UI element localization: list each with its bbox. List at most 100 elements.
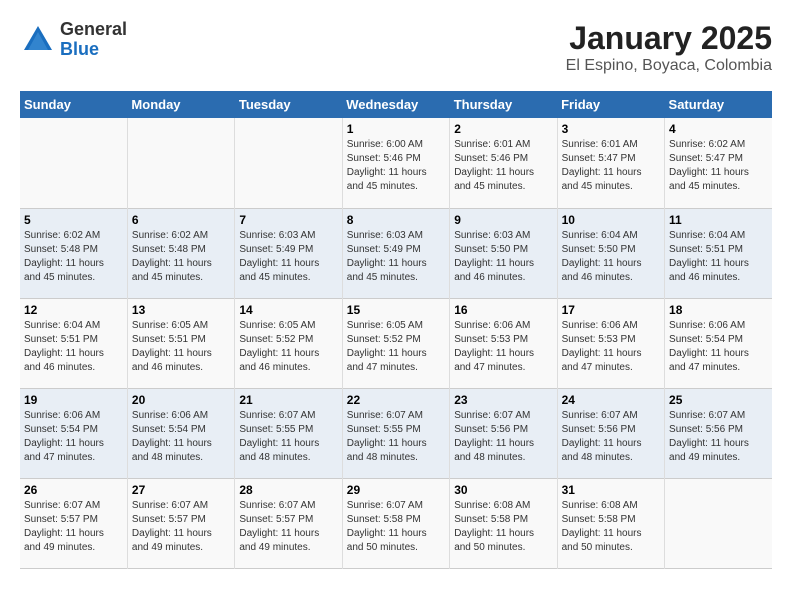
calendar-cell: 30 Sunrise: 6:08 AMSunset: 5:58 PMDayligh… <box>450 478 557 568</box>
day-info: Sunrise: 6:05 AMSunset: 5:52 PMDaylight:… <box>347 319 445 375</box>
day-info: Sunrise: 6:06 AMSunset: 5:54 PMDaylight:… <box>132 409 230 465</box>
calendar-cell <box>20 118 127 208</box>
day-info: Sunrise: 6:07 AMSunset: 5:55 PMDaylight:… <box>239 409 337 465</box>
day-info: Sunrise: 6:05 AMSunset: 5:52 PMDaylight:… <box>239 319 337 375</box>
day-number: 8 <box>347 213 445 227</box>
calendar-cell: 19 Sunrise: 6:06 AMSunset: 5:54 PMDayligh… <box>20 388 127 478</box>
day-number: 24 <box>562 393 660 407</box>
calendar-cell: 2Sunrise: 6:01 AMSunset: 5:46 PMDaylight… <box>450 118 557 208</box>
calendar-cell: 26 Sunrise: 6:07 AMSunset: 5:57 PMDayligh… <box>20 478 127 568</box>
header-cell-tuesday: Tuesday <box>235 91 342 118</box>
week-row-3: 19 Sunrise: 6:06 AMSunset: 5:54 PMDayligh… <box>20 388 772 478</box>
day-number: 19 <box>24 393 123 407</box>
day-number: 14 <box>239 303 337 317</box>
calendar-cell <box>665 478 772 568</box>
day-info: Sunrise: 6:06 AMSunset: 5:53 PMDaylight:… <box>562 319 660 375</box>
sub-title: El Espino, Boyaca, Colombia <box>566 57 772 75</box>
week-row-2: 12 Sunrise: 6:04 AMSunset: 5:51 PMDayligh… <box>20 298 772 388</box>
header-cell-thursday: Thursday <box>450 91 557 118</box>
day-number: 26 <box>24 483 123 497</box>
calendar-header: SundayMondayTuesdayWednesdayThursdayFrid… <box>20 91 772 118</box>
calendar-cell: 1Sunrise: 6:00 AMSunset: 5:46 PMDaylight… <box>342 118 449 208</box>
day-info: Sunrise: 6:03 AMSunset: 5:49 PMDaylight:… <box>239 229 337 285</box>
day-number: 3 <box>562 122 660 136</box>
calendar-cell: 10 Sunrise: 6:04 AMSunset: 5:50 PMDayligh… <box>557 208 664 298</box>
calendar-cell: 25 Sunrise: 6:07 AMSunset: 5:56 PMDayligh… <box>665 388 772 478</box>
day-info: Sunrise: 6:08 AMSunset: 5:58 PMDaylight:… <box>454 499 552 555</box>
header-cell-wednesday: Wednesday <box>342 91 449 118</box>
header-row: SundayMondayTuesdayWednesdayThursdayFrid… <box>20 91 772 118</box>
day-info: Sunrise: 6:03 AMSunset: 5:50 PMDaylight:… <box>454 229 552 285</box>
day-info: Sunrise: 6:04 AMSunset: 5:51 PMDaylight:… <box>669 229 768 285</box>
day-info: Sunrise: 6:03 AMSunset: 5:49 PMDaylight:… <box>347 229 445 285</box>
day-number: 9 <box>454 213 552 227</box>
logo-general: General <box>60 20 127 40</box>
week-row-0: 1Sunrise: 6:00 AMSunset: 5:46 PMDaylight… <box>20 118 772 208</box>
day-number: 18 <box>669 303 768 317</box>
calendar-cell: 23 Sunrise: 6:07 AMSunset: 5:56 PMDayligh… <box>450 388 557 478</box>
day-info: Sunrise: 6:04 AMSunset: 5:50 PMDaylight:… <box>562 229 660 285</box>
day-info: Sunrise: 6:02 AMSunset: 5:48 PMDaylight:… <box>24 229 123 285</box>
day-info: Sunrise: 6:07 AMSunset: 5:57 PMDaylight:… <box>239 499 337 555</box>
calendar-cell: 8 Sunrise: 6:03 AMSunset: 5:49 PMDaylight… <box>342 208 449 298</box>
week-row-1: 5 Sunrise: 6:02 AMSunset: 5:48 PMDaylight… <box>20 208 772 298</box>
day-number: 17 <box>562 303 660 317</box>
week-row-4: 26 Sunrise: 6:07 AMSunset: 5:57 PMDayligh… <box>20 478 772 568</box>
day-number: 5 <box>24 213 123 227</box>
day-number: 20 <box>132 393 230 407</box>
day-info: Sunrise: 6:07 AMSunset: 5:56 PMDaylight:… <box>562 409 660 465</box>
day-number: 22 <box>347 393 445 407</box>
day-number: 31 <box>562 483 660 497</box>
calendar-cell: 11 Sunrise: 6:04 AMSunset: 5:51 PMDayligh… <box>665 208 772 298</box>
day-number: 11 <box>669 213 768 227</box>
calendar-cell: 7Sunrise: 6:03 AMSunset: 5:49 PMDaylight… <box>235 208 342 298</box>
day-number: 23 <box>454 393 552 407</box>
calendar-body: 1Sunrise: 6:00 AMSunset: 5:46 PMDaylight… <box>20 118 772 568</box>
day-info: Sunrise: 6:07 AMSunset: 5:57 PMDaylight:… <box>132 499 230 555</box>
calendar-cell: 29Sunrise: 6:07 AMSunset: 5:58 PMDayligh… <box>342 478 449 568</box>
day-number: 21 <box>239 393 337 407</box>
day-info: Sunrise: 6:06 AMSunset: 5:53 PMDaylight:… <box>454 319 552 375</box>
calendar-cell <box>127 118 234 208</box>
header-cell-saturday: Saturday <box>665 91 772 118</box>
calendar-cell: 6 Sunrise: 6:02 AMSunset: 5:48 PMDaylight… <box>127 208 234 298</box>
day-number: 1 <box>347 122 445 136</box>
day-number: 10 <box>562 213 660 227</box>
day-info: Sunrise: 6:07 AMSunset: 5:58 PMDaylight:… <box>347 499 445 555</box>
day-info: Sunrise: 6:02 AMSunset: 5:48 PMDaylight:… <box>132 229 230 285</box>
calendar-cell: 20 Sunrise: 6:06 AMSunset: 5:54 PMDayligh… <box>127 388 234 478</box>
day-number: 13 <box>132 303 230 317</box>
calendar-cell: 18Sunrise: 6:06 AMSunset: 5:54 PMDayligh… <box>665 298 772 388</box>
calendar-cell: 13Sunrise: 6:05 AMSunset: 5:51 PMDayligh… <box>127 298 234 388</box>
day-number: 15 <box>347 303 445 317</box>
day-number: 12 <box>24 303 123 317</box>
calendar-cell: 24 Sunrise: 6:07 AMSunset: 5:56 PMDayligh… <box>557 388 664 478</box>
day-number: 6 <box>132 213 230 227</box>
day-number: 25 <box>669 393 768 407</box>
calendar-cell: 15 Sunrise: 6:05 AMSunset: 5:52 PMDayligh… <box>342 298 449 388</box>
day-info: Sunrise: 6:01 AMSunset: 5:46 PMDaylight:… <box>454 138 552 194</box>
day-info: Sunrise: 6:06 AMSunset: 5:54 PMDaylight:… <box>24 409 123 465</box>
calendar-cell: 28 Sunrise: 6:07 AMSunset: 5:57 PMDayligh… <box>235 478 342 568</box>
header-cell-sunday: Sunday <box>20 91 127 118</box>
day-number: 4 <box>669 122 768 136</box>
calendar-cell: 9 Sunrise: 6:03 AMSunset: 5:50 PMDaylight… <box>450 208 557 298</box>
calendar-cell: 22Sunrise: 6:07 AMSunset: 5:55 PMDayligh… <box>342 388 449 478</box>
logo: General Blue <box>20 20 127 60</box>
header-cell-friday: Friday <box>557 91 664 118</box>
calendar-cell <box>235 118 342 208</box>
day-info: Sunrise: 6:07 AMSunset: 5:56 PMDaylight:… <box>454 409 552 465</box>
calendar-cell: 21 Sunrise: 6:07 AMSunset: 5:55 PMDayligh… <box>235 388 342 478</box>
calendar-cell: 27Sunrise: 6:07 AMSunset: 5:57 PMDayligh… <box>127 478 234 568</box>
logo-icon <box>20 22 56 58</box>
calendar-cell: 31Sunrise: 6:08 AMSunset: 5:58 PMDayligh… <box>557 478 664 568</box>
calendar-table: SundayMondayTuesdayWednesdayThursdayFrid… <box>20 91 772 569</box>
day-info: Sunrise: 6:04 AMSunset: 5:51 PMDaylight:… <box>24 319 123 375</box>
day-info: Sunrise: 6:07 AMSunset: 5:56 PMDaylight:… <box>669 409 768 465</box>
calendar-cell: 14 Sunrise: 6:05 AMSunset: 5:52 PMDayligh… <box>235 298 342 388</box>
day-info: Sunrise: 6:07 AMSunset: 5:57 PMDaylight:… <box>24 499 123 555</box>
header-cell-monday: Monday <box>127 91 234 118</box>
header: General Blue January 2025 El Espino, Boy… <box>20 20 772 75</box>
day-number: 28 <box>239 483 337 497</box>
day-number: 30 <box>454 483 552 497</box>
